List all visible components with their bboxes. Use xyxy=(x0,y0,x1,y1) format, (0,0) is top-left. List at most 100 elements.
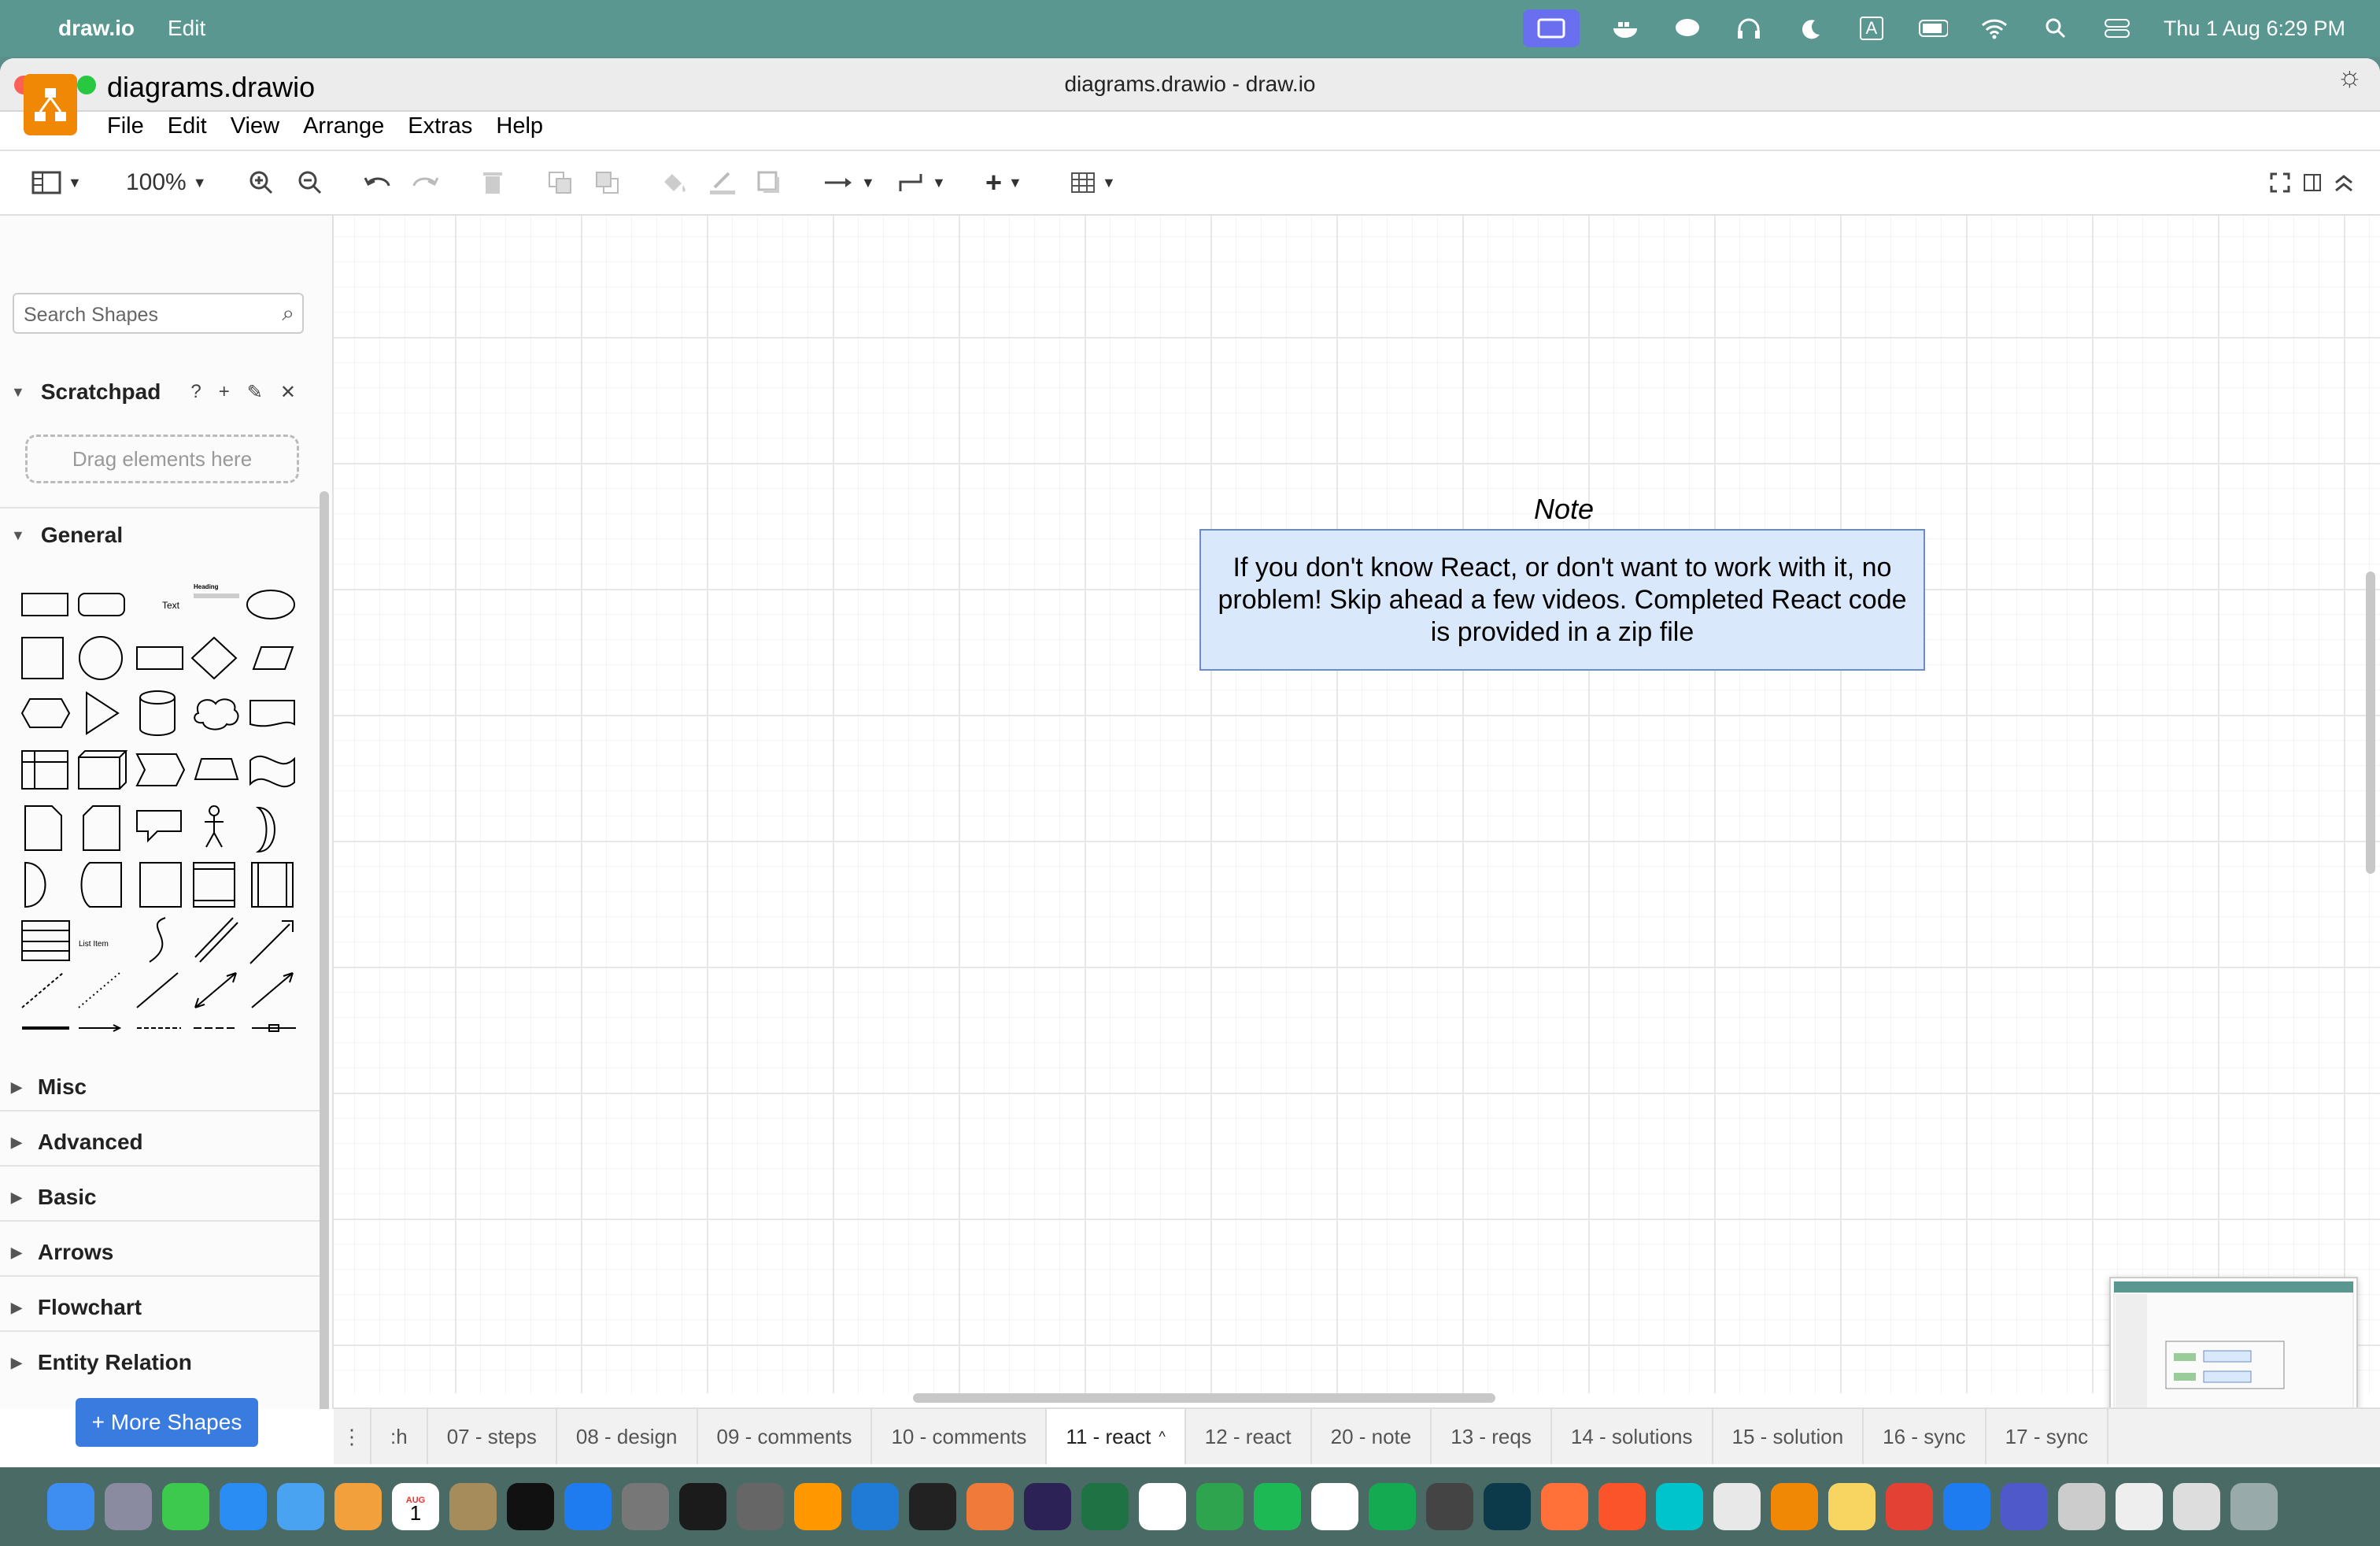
page-tab[interactable]: 10 - comments xyxy=(872,1409,1048,1464)
terminal-icon[interactable] xyxy=(909,1483,956,1530)
dotted-line-shape[interactable] xyxy=(78,972,120,1008)
to-front-icon[interactable] xyxy=(548,161,573,205)
arrow-shape[interactable] xyxy=(249,920,294,964)
to-back-icon[interactable] xyxy=(595,161,620,205)
text-shape[interactable]: Text xyxy=(162,600,180,611)
canva-icon[interactable] xyxy=(1656,1483,1703,1530)
dbeaver-icon[interactable] xyxy=(1484,1483,1531,1530)
contacts-icon[interactable] xyxy=(449,1483,497,1530)
page-tab[interactable]: 15 - solution xyxy=(1713,1409,1864,1464)
diamond-shape[interactable] xyxy=(190,636,238,680)
page-tab[interactable]: 20 - note xyxy=(1312,1409,1432,1464)
menu-view[interactable]: View xyxy=(231,113,279,139)
process-shape[interactable] xyxy=(136,646,183,670)
zoom-select[interactable]: 100% ▼ xyxy=(126,161,207,205)
trapezoid-shape[interactable] xyxy=(194,758,239,780)
brave-icon[interactable] xyxy=(1598,1483,1646,1530)
spotify-icon[interactable] xyxy=(1254,1483,1301,1530)
line-color-icon[interactable] xyxy=(708,161,737,205)
photos-icon[interactable] xyxy=(334,1483,382,1530)
list-item-shape[interactable]: List Item xyxy=(79,940,109,949)
control-center-icon[interactable] xyxy=(2102,13,2132,43)
page-tab[interactable]: 17 - sync xyxy=(1986,1409,2109,1464)
page-tab[interactable]: 08 - design xyxy=(557,1409,698,1464)
theme-toggle-icon[interactable]: ☼ xyxy=(2337,60,2363,93)
more-shapes-button[interactable]: + More Shapes xyxy=(76,1398,258,1447)
edit-menu[interactable]: Edit xyxy=(168,16,205,41)
menu-file[interactable]: File xyxy=(107,113,144,139)
add-icon[interactable]: + xyxy=(219,381,230,404)
recent-window-icon[interactable] xyxy=(2173,1483,2220,1530)
page-tab[interactable]: 07 - steps xyxy=(428,1409,557,1464)
preview-icon[interactable] xyxy=(2058,1483,2105,1530)
step-shape[interactable] xyxy=(135,753,186,786)
shadow-icon[interactable] xyxy=(757,161,782,205)
square-shape[interactable] xyxy=(21,637,64,679)
fill-color-icon[interactable] xyxy=(661,161,688,205)
sublime-text-icon[interactable] xyxy=(794,1483,841,1530)
chrome-canary-icon[interactable] xyxy=(1426,1483,1473,1530)
cube-shape[interactable] xyxy=(78,750,128,790)
moon-icon[interactable] xyxy=(1795,13,1825,43)
connector-symbol-shape[interactable] xyxy=(252,1024,296,1032)
directional-connector-shape[interactable] xyxy=(251,972,294,1008)
search-shapes-input[interactable]: Search Shapes ⌕ xyxy=(13,293,304,334)
basic-header[interactable]: ▶ Basic xyxy=(0,1174,320,1222)
drawio-dock-icon[interactable] xyxy=(1771,1483,1818,1530)
document-shape[interactable] xyxy=(249,700,295,727)
data-storage-shape[interactable] xyxy=(80,862,122,908)
system-settings-icon[interactable] xyxy=(622,1483,669,1530)
calculator-icon[interactable] xyxy=(737,1483,784,1530)
insert-button[interactable]: + ▼ xyxy=(985,161,1022,205)
chrome-icon[interactable] xyxy=(1886,1483,1933,1530)
sidebar-scrollbar[interactable] xyxy=(320,491,329,1409)
maps-icon[interactable] xyxy=(277,1483,324,1530)
search-icon[interactable]: ⌕ xyxy=(282,301,294,327)
collapse-icon[interactable] xyxy=(2334,161,2353,205)
menubar-clock[interactable]: Thu 1 Aug 6:29 PM xyxy=(2164,17,2345,41)
triangle-shape[interactable] xyxy=(86,691,120,735)
horizontal-container-shape[interactable] xyxy=(193,862,235,908)
app-store-icon[interactable] xyxy=(564,1483,612,1530)
page-tab[interactable]: 12 - react xyxy=(1186,1409,1312,1464)
document-name[interactable]: diagrams.drawio xyxy=(107,71,315,104)
tape-shape[interactable] xyxy=(249,755,295,788)
undo-icon[interactable] xyxy=(364,161,390,205)
bidirectional-arrow-shape[interactable] xyxy=(194,917,238,963)
cloud-shape[interactable] xyxy=(194,698,239,730)
notes-icon[interactable] xyxy=(1828,1483,1876,1530)
input-source-icon[interactable]: A xyxy=(1857,13,1887,43)
actor-shape[interactable] xyxy=(205,805,224,848)
diagram-canvas[interactable] xyxy=(334,216,2380,1393)
zoom-window-button[interactable] xyxy=(77,76,96,94)
menu-extras[interactable]: Extras xyxy=(408,113,472,139)
fullscreen-icon[interactable] xyxy=(2270,161,2290,205)
format-panel-toggle-button[interactable]: ▼ xyxy=(31,161,82,205)
app-menu[interactable]: draw.io xyxy=(58,16,135,41)
teams-icon[interactable] xyxy=(2001,1483,2048,1530)
headphones-icon[interactable] xyxy=(1734,13,1764,43)
note-title[interactable]: Note xyxy=(1201,493,1927,526)
entity-relation-header[interactable]: ▶ Entity Relation xyxy=(0,1340,320,1387)
page-tab[interactable]: 14 - solutions xyxy=(1552,1409,1713,1464)
menu-help[interactable]: Help xyxy=(496,113,543,139)
line-shape[interactable] xyxy=(136,972,179,1008)
help-icon[interactable]: ? xyxy=(190,381,201,404)
zoom-in-icon[interactable] xyxy=(249,161,274,205)
rounded-rectangle-shape[interactable] xyxy=(78,593,125,616)
recent-document-icon[interactable] xyxy=(2116,1483,2163,1530)
note-box[interactable]: If you don't know React, or don't want t… xyxy=(1199,529,1925,671)
elephant-icon[interactable] xyxy=(1672,13,1702,43)
vertical-container-shape[interactable] xyxy=(251,862,294,908)
mail-icon[interactable] xyxy=(1943,1483,1990,1530)
connection-style-button[interactable]: ▼ xyxy=(823,161,875,205)
circle-shape[interactable] xyxy=(79,636,123,680)
flowchart-header[interactable]: ▶ Flowchart xyxy=(0,1285,320,1332)
scratchpad-header[interactable]: ▼ Scratchpad ? + ✎ ✕ xyxy=(0,368,320,416)
trash-icon[interactable] xyxy=(2230,1483,2278,1530)
cylinder-shape[interactable] xyxy=(139,690,176,736)
close-icon[interactable]: ✕ xyxy=(280,381,296,404)
or-shape[interactable] xyxy=(255,806,275,853)
activity-monitor-icon[interactable] xyxy=(679,1483,726,1530)
mongodb-icon[interactable] xyxy=(1369,1483,1416,1530)
